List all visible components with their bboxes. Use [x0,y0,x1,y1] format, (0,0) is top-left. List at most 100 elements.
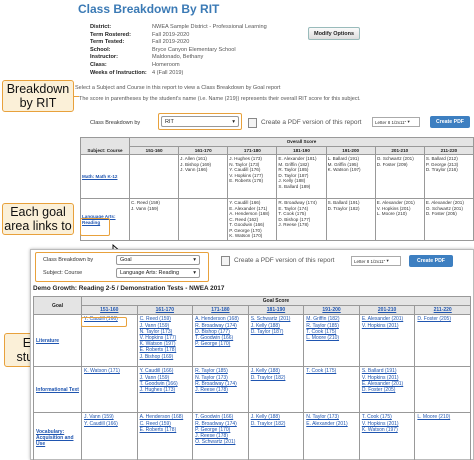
score-cell: O. Schwartz (201) D. Foster (209) [374,154,425,199]
subject-course-link[interactable]: Math: Math K-12 [80,154,130,199]
info-label: Instructor: [90,54,118,61]
score-range-header: 161-170 [178,145,229,155]
info-label: Term Tested: [90,39,125,46]
subject-course-select[interactable]: Language Arts: Reading ▾ [116,268,200,278]
score-cell: T. Goodwin (166) R. Broadway (174) P. Geor… [192,412,249,460]
goal-score-header: Goal Score [81,295,471,307]
report-info: District: NWEA Sample District - Professi… [90,24,267,77]
student-name[interactable]: J. Hughes (173) [140,387,191,393]
student-name[interactable]: D. Foster (205) [417,316,468,322]
score-range-label: 201-210 [391,147,409,153]
score-range-header[interactable]: 181-190 [247,305,305,316]
breakdown-select[interactable]: RIT ▾ [161,116,239,127]
select-instruction: Select a Subject and Course in this repo… [75,85,281,91]
student-name[interactable]: T. Cook (175) [306,368,357,374]
score-cell: E. Alexander (201) V. Hopkins (201) L. Moo… [374,198,425,241]
student-name[interactable]: E. Alexander (201) [306,421,357,427]
student-name[interactable]: D. Taylor (187) [251,329,302,335]
score-range-label: 191-200 [322,307,341,314]
letter-select[interactable]: Letter 8 1/2x11" ▾ [372,117,420,127]
score-range-header[interactable]: 151-160 [81,305,138,316]
student-name[interactable]: K. Watson (197) [362,427,413,433]
info-value: Maldonado, Bethany [152,54,204,61]
pdf-text: Create a PDF version of this report [261,119,362,126]
callout-goal-links: Each goal area links to [2,203,74,235]
score-cell: S. Ballard (212) P. George (213) D. Traylo… [423,154,474,199]
student-name[interactable]: Y. Caudill (166) [84,421,135,427]
goal-link[interactable]: Literature [33,314,82,368]
letter-select-value: Letter 8 1/2x11" [375,119,407,125]
score-cell: J. Kelly (188) D. Traylor (182) [247,412,305,460]
score-cell: E. Alexander (201) O. Schwartz (201) D. Fo… [423,198,474,241]
score-cell: L. Ballard (191) M. Griffin (195) K. Watso… [325,154,376,199]
overall-score-header: Overall Score [129,137,474,147]
goal-link[interactable]: Informational Text [33,366,82,414]
breakdown-label: Class Breakdown by [43,257,94,263]
student-name[interactable]: D. Traylor (182) [251,421,302,427]
breakdown-goal-select[interactable]: Goal ▾ [116,255,200,265]
info-row: School: Bryce Canyon Elementary School [90,47,267,55]
student-name[interactable]: L. Moore (210) [306,335,357,341]
score-cell: R. Taylor (185) N. Taylor (173) R. Broadwa… [192,366,249,414]
score-range-label: 201-210 [377,307,397,314]
score-range-label: 151-160 [100,307,119,314]
modify-options-button[interactable]: Modify Options [308,27,360,40]
create-pdf-button[interactable]: Create PDF [409,255,453,267]
goal-link[interactable]: Vocabulary: Acquisition and Use [33,412,82,460]
create-pdf-button[interactable]: Create PDF [430,116,470,128]
pdf-icon [248,118,257,128]
student-name[interactable]: J. Reese (178) [195,387,246,393]
student-name[interactable]: D. Foster (205) [362,387,413,393]
score-range-header[interactable]: 191-200 [303,305,360,316]
student-name: K. Watson (197) [327,167,361,172]
score-range-header: 191-200 [325,145,376,155]
score-range-header[interactable]: 161-170 [136,305,194,316]
score-range-header: 211-220 [423,145,474,155]
info-value: Homeroom [152,61,180,68]
score-range-label: 161-170 [155,307,175,314]
student-name[interactable]: D. Traylor (182) [251,375,302,381]
score-range-label: 191-200 [342,147,360,153]
score-range-label: 211-220 [433,307,452,314]
score-range-header[interactable]: 211-220 [414,305,471,316]
student-name: J. Vann (166) [180,167,208,172]
score-cell: S. Ballard (191) V. Hopkins (201) E. Alexa… [358,366,416,414]
score-range-header: 151-160 [128,145,180,155]
student-name[interactable]: A. Henderson (168) [195,316,246,322]
score-cell: L. Moore (210) [414,412,471,460]
breakdown-goal-value: Goal [120,257,132,263]
page-title: Class Breakdown By RIT [78,2,220,16]
student-name: J. Reese (178) [278,222,309,227]
student-name[interactable]: J. Bishop (169) [140,354,191,360]
score-range-header[interactable]: 201-210 [358,305,416,316]
student-name[interactable]: P. George (170) [195,341,246,347]
score-cell: J. Kelly (188) D. Traylor (182) [247,366,305,414]
score-note: The score in parentheses by the student'… [79,96,361,102]
table-row: Vocabulary: Acquisition and Use J. Vann (… [33,412,471,460]
student-name[interactable]: A. Henderson (168) [140,414,191,420]
chevron-down-icon: ▾ [193,270,196,276]
info-label: District: [90,24,112,30]
score-cell [178,198,229,241]
student-name[interactable]: O. Schwartz (201) [195,439,246,445]
goal-link-highlight [80,218,110,236]
score-cell: D. Foster (205) [414,314,471,368]
letter-select[interactable]: Letter 8 1/2x11" ▾ [351,256,401,266]
score-range-label: 211-220 [440,147,458,153]
student-name[interactable]: V. Hopkins (201) [362,323,413,329]
student-name: J. Vann (159) [131,205,159,211]
score-cell: N. Taylor (173) E. Alexander (201) [303,412,360,460]
info-value: 4 (Fall 2019) [152,69,184,76]
score-cell: T. Cook (175) V. Hopkins (201) K. Watson (… [358,412,416,460]
student-name: A. Henderson (168) [229,211,270,216]
info-value: Fall 2019-2020 [152,31,190,38]
student-name[interactable]: L. Moore (210) [417,414,468,420]
score-range-label: 181-190 [266,307,286,314]
student-name[interactable]: E. Roberts (178) [140,427,191,433]
score-range-header[interactable]: 171-180 [192,305,249,316]
score-cell: A. Henderson (168) C. Reed (159) E. Robert… [136,412,194,460]
score-cell: A. Henderson (168) R. Broadway (174) D. Bi… [192,314,249,368]
info-label: Weeks of Instruction: [90,69,147,76]
student-name[interactable]: K. Watson (171) [84,368,135,374]
info-row: Instructor: Maldonado, Bethany [90,54,267,62]
